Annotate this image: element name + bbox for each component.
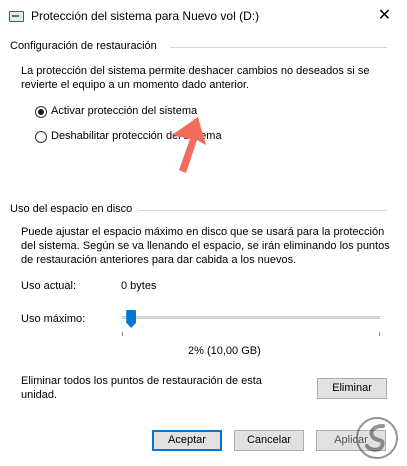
arrow-up-icon [172, 117, 206, 173]
max-usage-value: 2% (10,00 GB) [188, 345, 261, 357]
restore-settings-description: La protección del sistema permite deshac… [21, 65, 370, 91]
window-title: Protección del sistema para Nuevo vol (D… [31, 9, 260, 23]
delete-button[interactable]: Eliminar [317, 378, 387, 399]
drive-icon [9, 11, 24, 22]
max-usage-label: Uso máximo: [21, 313, 86, 325]
title-bar: Protección del sistema para Nuevo vol (D… [0, 0, 407, 31]
max-usage-slider[interactable] [122, 316, 380, 319]
slider-tick [122, 332, 123, 336]
cancel-button[interactable]: Cancelar [234, 430, 304, 451]
close-button[interactable]: ✕ [362, 0, 407, 31]
current-usage-value: 0 bytes [121, 280, 157, 292]
slider-tick [379, 332, 380, 336]
radio-disable-protection[interactable] [35, 131, 47, 143]
delete-points-text: Eliminar todos los puntos de restauració… [21, 375, 262, 401]
current-usage-label: Uso actual: [21, 280, 77, 292]
restore-settings-heading: Configuración de restauración [10, 40, 157, 52]
divider [138, 210, 387, 211]
ok-button[interactable]: Aceptar [152, 430, 222, 451]
disk-usage-description: Puede ajustar el espacio máximo en disco… [21, 226, 390, 266]
slider-thumb[interactable] [126, 310, 137, 328]
divider [170, 47, 387, 48]
disk-usage-heading: Uso del espacio en disco [10, 203, 133, 215]
radio-enable-protection[interactable] [35, 106, 47, 118]
logo-icon [356, 417, 398, 459]
